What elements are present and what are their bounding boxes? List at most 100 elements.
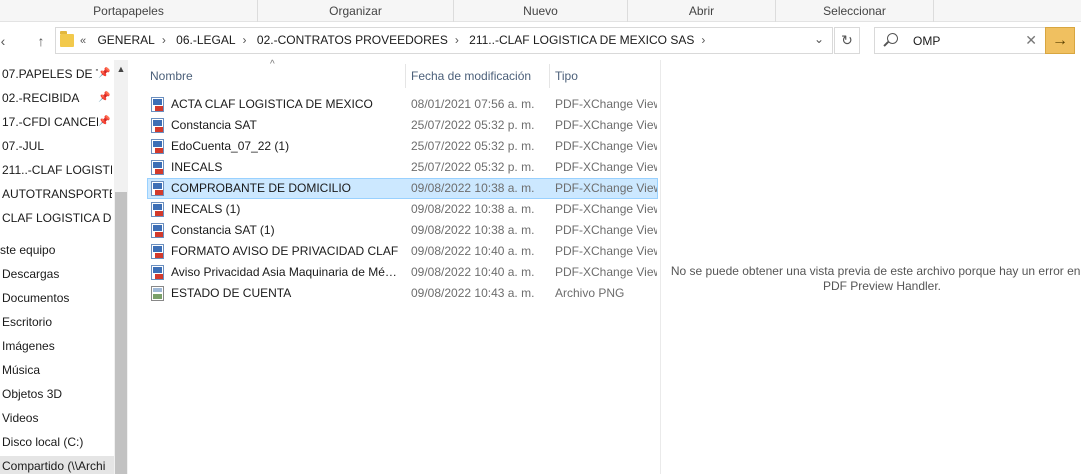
image-file-icon [151,286,164,301]
pdf-file-icon [151,139,164,154]
pdf-file-icon [151,97,164,112]
chevron-right-icon[interactable]: › [455,33,459,47]
nav-item-pictures[interactable]: Imágenes [2,336,112,356]
breadcrumb: « GENERAL › 06.-LEGAL › 02.-CONTRATOS PROV… [80,28,712,53]
chevron-right-icon[interactable]: › [162,33,166,47]
nav-item[interactable]: CLAF LOGISTICA DE [2,208,112,228]
search-input[interactable] [913,32,1023,50]
nav-item-shared[interactable]: Compartido (\\Archi [2,456,112,474]
file-date: 09/08/2022 10:40 a. m. [411,244,535,258]
chevron-right-icon[interactable]: › [243,33,247,47]
breadcrumb-general[interactable]: GENERAL [97,33,154,47]
close-icon[interactable]: ✕ [1025,32,1037,49]
back-button[interactable]: ‹ [0,31,12,51]
chevron-down-icon[interactable]: ⌄ [814,32,824,46]
chevron-right-icon[interactable]: › [701,33,705,47]
ribbon-group-clipboard: Portapapeles [0,0,258,22]
file-name: ESTADO DE CUENTA [171,286,292,300]
preview-error-line-1: No se puede obtener una vista previa de … [670,264,1081,278]
file-type: PDF-XChange Viewer [555,118,657,132]
nav-item-downloads[interactable]: Descargas [2,264,112,284]
nav-item[interactable]: 07.-JUL [2,136,112,156]
file-date: 25/07/2022 05:32 p. m. [411,118,535,132]
up-button[interactable]: ↑ [32,31,50,51]
file-date: 09/08/2022 10:38 a. m. [411,202,535,216]
file-name: INECALS [171,160,223,174]
nav-item-videos[interactable]: Videos [2,408,112,428]
search-box[interactable]: ✕ [874,27,1046,54]
breadcrumb-contratos[interactable]: 02.-CONTRATOS PROVEEDORES [257,33,448,47]
arrow-right-icon: → [1052,32,1068,49]
nav-item-music[interactable]: Música [2,360,112,380]
file-type: Archivo PNG [555,286,625,300]
ribbon-group-new: Nuevo [454,0,628,22]
pdf-file-icon [151,118,164,133]
nav-item[interactable]: 07.PAPELES DE TR [2,64,98,84]
column-divider[interactable] [405,64,406,88]
file-row[interactable]: Aviso Privacidad Asia Maquinaria de Méxi… [147,262,658,283]
nav-item[interactable]: 17.-CFDI CANCEL [2,112,98,132]
sort-ascending-icon: ^ [270,59,275,70]
file-date: 09/08/2022 10:38 a. m. [411,181,535,195]
refresh-button[interactable]: ↻ [834,27,860,54]
file-date: 09/08/2022 10:43 a. m. [411,286,535,300]
nav-item[interactable]: 211..-CLAF LOGISTIC [2,160,112,180]
column-header-date[interactable]: Fecha de modificación [411,66,531,86]
file-type: PDF-XChange Viewer [555,265,657,279]
pdf-file-icon [151,223,164,238]
file-row[interactable]: INECALS 25/07/2022 05:32 p. m. PDF-XChan… [147,157,658,178]
file-name: EdoCuenta_07_22 (1) [171,139,290,153]
file-type: PDF-XChange Viewer [555,244,657,258]
file-row[interactable]: Constancia SAT (1) 09/08/2022 10:38 a. m… [147,220,658,241]
preview-pane: No se puede obtener una vista previa de … [661,60,1081,474]
nav-item-local-disk[interactable]: Disco local (C:) [2,432,112,452]
navigation-pane: 07.PAPELES DE TR 📌 02.-RECIBIDA 📌 17.-CF… [0,60,128,474]
refresh-icon: ↻ [841,32,853,48]
breadcrumb-legal[interactable]: 06.-LEGAL [176,33,235,47]
file-name: COMPROBANTE DE DOMICILIO [171,181,352,195]
pdf-file-icon [151,202,164,217]
nav-scrollbar[interactable]: ▲ [114,60,128,474]
ribbon-group-select: Seleccionar [776,0,934,22]
file-date: 25/07/2022 05:32 p. m. [411,160,535,174]
file-row[interactable]: FORMATO AVISO DE PRIVACIDAD CLAF 09/08/2… [147,241,658,262]
address-bar[interactable]: « GENERAL › 06.-LEGAL › 02.-CONTRATOS PROV… [55,27,833,54]
column-header-name[interactable]: Nombre [150,66,193,86]
pin-icon: 📌 [98,116,111,127]
address-row: ‹ ↑ « GENERAL › 06.-LEGAL › 02.-CONTRATOS … [0,22,1081,60]
ribbon-group-organize: Organizar [258,0,454,22]
file-row[interactable]: ESTADO DE CUENTA 09/08/2022 10:43 a. m. … [147,283,658,304]
file-list: ^ Nombre Fecha de modificación Tipo ACTA… [128,59,660,474]
breadcrumb-overflow[interactable]: « [80,35,86,47]
column-header-type[interactable]: Tipo [555,66,578,86]
file-row[interactable]: ACTA CLAF LOGISTICA DE MEXICO 08/01/2021… [147,94,658,115]
ribbon-group-labels: Portapapeles Organizar Nuevo Abrir Selec… [0,0,1081,22]
file-type: PDF-XChange Viewer [555,202,657,216]
search-go-button[interactable]: → [1045,27,1075,54]
pin-icon: 📌 [98,68,111,79]
pdf-file-icon [151,244,164,259]
file-name: Constancia SAT (1) [171,223,275,237]
nav-item[interactable]: AUTOTRANSPORTES [2,184,112,204]
file-type: PDF-XChange Viewer [555,97,657,111]
column-divider[interactable] [549,64,550,88]
nav-item[interactable]: 02.-RECIBIDA [2,88,98,108]
nav-item-desktop[interactable]: Escritorio [2,312,112,332]
file-name: INECALS (1) [171,202,241,216]
scrollbar-thumb[interactable] [115,192,127,474]
file-type: PDF-XChange Viewer [555,181,657,195]
file-date: 08/01/2021 07:56 a. m. [411,97,535,111]
file-row-selected[interactable]: COMPROBANTE DE DOMICILIO 09/08/2022 10:3… [147,178,658,199]
breadcrumb-claf[interactable]: 211..-CLAF LOGISTICA DE MEXICO SAS [469,33,694,47]
file-name: Constancia SAT [171,118,257,132]
nav-item-this-pc[interactable]: ste equipo [0,240,110,260]
nav-item-3d-objects[interactable]: Objetos 3D [2,384,112,404]
preview-error-line-2: PDF Preview Handler. [822,279,942,293]
nav-item-documents[interactable]: Documentos [2,288,112,308]
preview-error-message: No se puede obtener una vista previa de … [667,264,1081,294]
scroll-up-icon[interactable]: ▲ [114,62,128,76]
file-date: 25/07/2022 05:32 p. m. [411,139,535,153]
file-row[interactable]: INECALS (1) 09/08/2022 10:38 a. m. PDF-X… [147,199,658,220]
file-row[interactable]: EdoCuenta_07_22 (1) 25/07/2022 05:32 p. … [147,136,658,157]
file-row[interactable]: Constancia SAT 25/07/2022 05:32 p. m. PD… [147,115,658,136]
